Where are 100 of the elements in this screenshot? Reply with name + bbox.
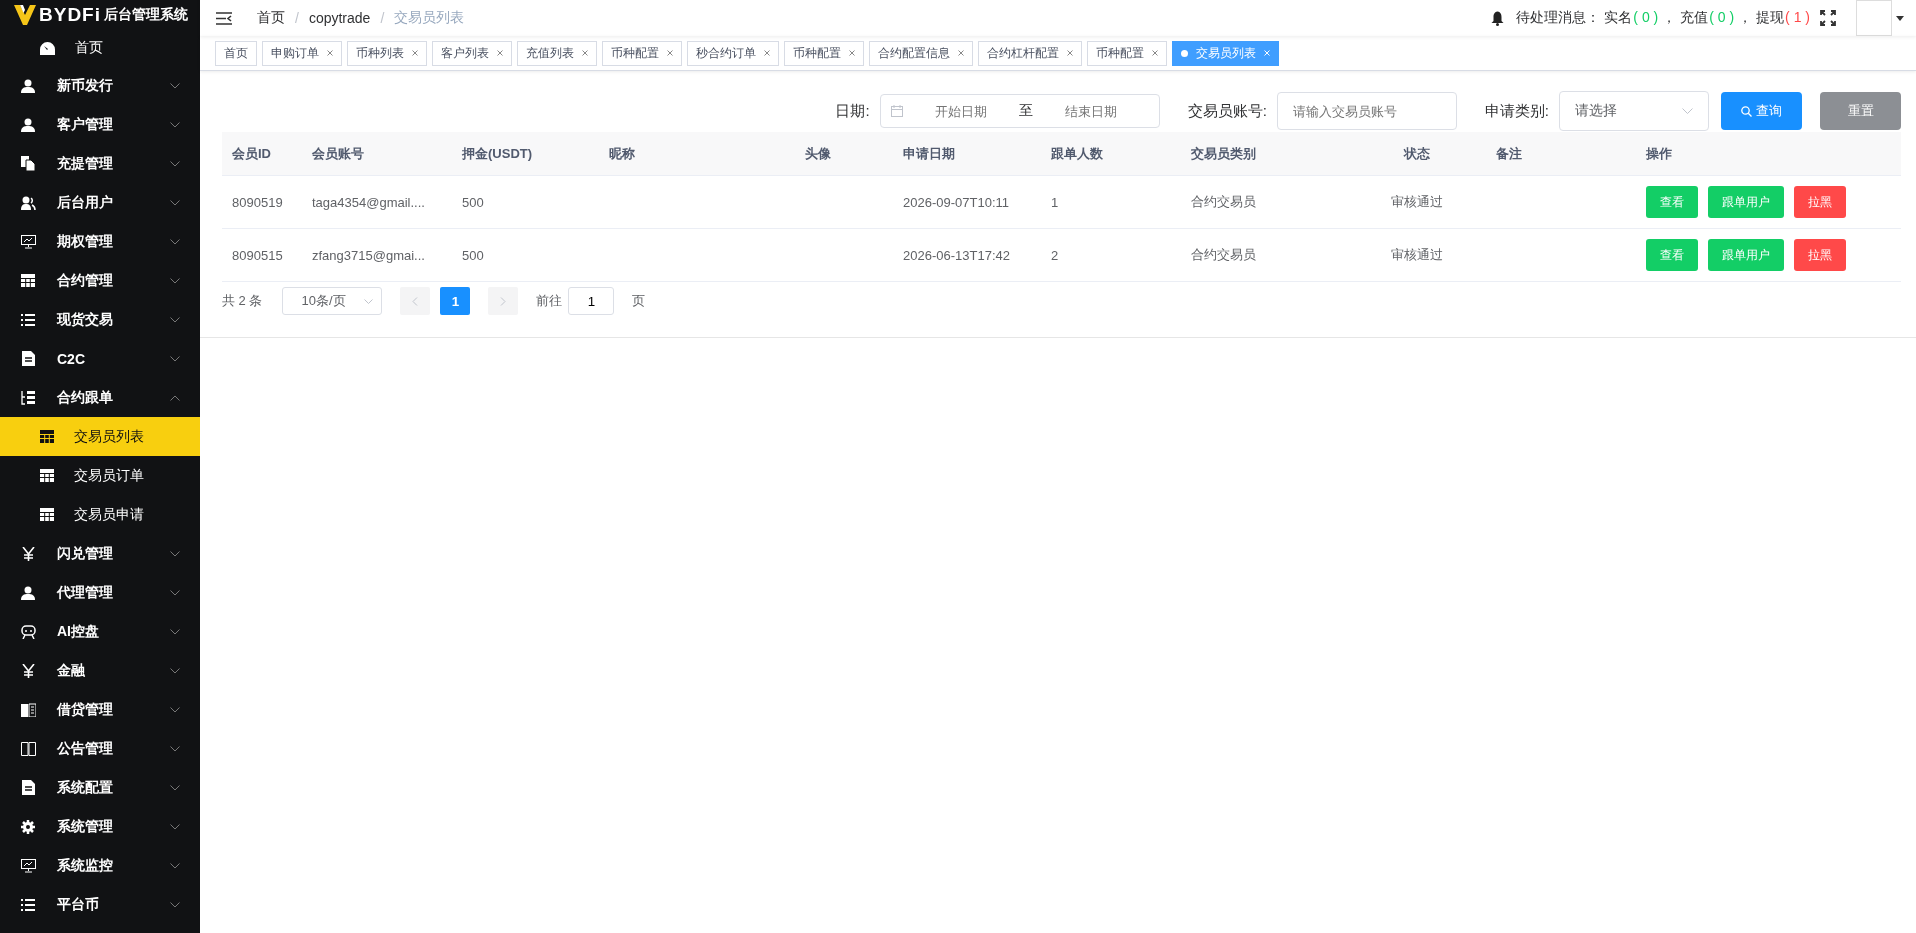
sidebar-item[interactable]: 客户管理: [0, 105, 200, 144]
file-icon: [21, 780, 35, 795]
sidebar-item[interactable]: 借贷管理: [0, 690, 200, 729]
chevron-icon: [170, 706, 180, 713]
column-header: 操作: [1645, 144, 1673, 163]
end-date-input[interactable]: 结束日期: [1038, 102, 1143, 120]
grid-icon: [21, 274, 35, 287]
date-range-field[interactable]: 开始日期 至 结束日期: [879, 94, 1160, 128]
filter-label: 交易员账号:: [1187, 101, 1267, 121]
table-cell-text: 审核通过: [1390, 246, 1444, 264]
bell-icon[interactable]: [1491, 10, 1505, 26]
dashboard-icon: [40, 41, 55, 55]
grid-icon: [40, 508, 54, 521]
chevron-icon: [170, 277, 180, 284]
notice-item[interactable]: 提现( 1 ): [1756, 9, 1810, 27]
monitor-icon: [20, 234, 36, 249]
sidebar-subitem[interactable]: 交易员申请: [0, 495, 200, 534]
tab[interactable]: 秒合约订单: [687, 40, 779, 66]
logo-icon: [14, 5, 36, 25]
tab[interactable]: 币种配置: [1087, 40, 1167, 66]
table-cell-text: 500: [461, 194, 485, 210]
sidebar-item[interactable]: 现货交易: [0, 300, 200, 339]
tab[interactable]: 币种配置: [602, 40, 682, 66]
fullscreen-icon[interactable]: [1820, 10, 1836, 26]
table-cell-text: 2026-09-07T10:11: [902, 194, 1010, 210]
sidebar-item[interactable]: 期权管理: [0, 222, 200, 261]
breadcrumb-item[interactable]: copytrade: [308, 10, 371, 26]
notice-item[interactable]: 充值( 0 ): [1680, 9, 1735, 27]
file-icon: [21, 351, 35, 366]
sidebar-item[interactable]: 闪兑管理: [0, 534, 200, 573]
chevron-icon: [170, 355, 180, 362]
search-icon: [1741, 105, 1752, 117]
tab[interactable]: 币种配置: [784, 40, 864, 66]
yen-icon: [21, 663, 35, 678]
chevron-icon: [364, 298, 374, 304]
sidebar-item[interactable]: 合约跟单: [0, 378, 200, 417]
category-select[interactable]: 请选择: [1559, 91, 1709, 131]
sidebar-subitem[interactable]: 交易员订单: [0, 456, 200, 495]
close-icon[interactable]: [412, 50, 418, 56]
tab[interactable]: 充值列表: [517, 40, 597, 66]
tab[interactable]: 合约杠杆配置: [978, 40, 1082, 66]
account-input[interactable]: 请输入交易员账号: [1276, 92, 1457, 130]
close-icon[interactable]: [958, 50, 964, 56]
chevron-icon: [1682, 108, 1693, 114]
sidebar-item[interactable]: 公告管理: [0, 729, 200, 768]
sidebar-subitem[interactable]: 交易员列表: [0, 417, 200, 456]
tab[interactable]: 申购订单: [262, 40, 342, 66]
chevron-icon: [170, 82, 180, 89]
close-icon[interactable]: [764, 50, 770, 56]
close-icon[interactable]: [1152, 50, 1158, 56]
caret-icon[interactable]: [1896, 15, 1904, 21]
close-icon[interactable]: [667, 50, 673, 56]
chevron-right-icon: [500, 296, 507, 306]
tab[interactable]: 客户列表: [432, 40, 512, 66]
tab[interactable]: 首页: [215, 40, 257, 66]
tab[interactable]: 币种列表: [347, 40, 427, 66]
tab[interactable]: 合约配置信息: [869, 40, 973, 66]
start-date-input[interactable]: 开始日期: [908, 102, 1013, 120]
sidebar-item[interactable]: AI控盘: [0, 612, 200, 651]
sidebar-item[interactable]: 后台用户: [0, 183, 200, 222]
notice-separator: ，: [1662, 9, 1677, 27]
close-icon[interactable]: [582, 50, 588, 56]
table-cell-text: 500: [461, 247, 485, 263]
sidebar-item[interactable]: 平台币: [0, 885, 200, 924]
grid-icon: [40, 430, 54, 443]
gear-icon: [21, 819, 35, 834]
page-size-select[interactable]: 10条/页: [282, 287, 383, 315]
table-cell-text: zfang3715@gmai...: [311, 247, 426, 263]
sidebar-item[interactable]: 充提管理: [0, 144, 200, 183]
notice-separator: ，: [1738, 9, 1753, 27]
monitor-icon: [20, 858, 36, 873]
breadcrumb-separator: /: [295, 10, 299, 26]
goto-page-input[interactable]: 1: [568, 287, 615, 315]
close-icon[interactable]: [497, 50, 503, 56]
column-header: 状态: [1402, 144, 1431, 163]
chevron-icon: [170, 199, 180, 206]
tree-list-icon: [21, 390, 35, 405]
notice-item[interactable]: 实名( 0 ): [1604, 9, 1659, 27]
sidebar-item[interactable]: 系统监控: [0, 846, 200, 885]
open-book-icon: [20, 741, 36, 756]
sidebar-item[interactable]: 系统管理: [0, 807, 200, 846]
chevron-icon: [170, 862, 180, 869]
user-icon: [21, 78, 35, 93]
column-header: 跟单人数: [1050, 144, 1104, 163]
menu-toggle-icon[interactable]: [216, 11, 232, 25]
breadcrumb-item[interactable]: 首页: [257, 9, 285, 27]
sidebar-item[interactable]: 系统配置: [0, 768, 200, 807]
close-icon[interactable]: [849, 50, 855, 56]
sidebar-item[interactable]: 代理管理: [0, 573, 200, 612]
sidebar-item[interactable]: 首页: [0, 30, 200, 66]
goto-suffix: 页: [632, 292, 646, 310]
sidebar-item[interactable]: 新币发行: [0, 66, 200, 105]
close-icon[interactable]: [1067, 50, 1073, 56]
chevron-icon: [170, 160, 180, 167]
sidebar-item[interactable]: 金融: [0, 651, 200, 690]
breadcrumb-item: 交易员列表: [394, 9, 465, 27]
close-icon[interactable]: [327, 50, 333, 56]
sidebar-item[interactable]: 合约管理: [0, 261, 200, 300]
sidebar-item[interactable]: C2C: [0, 339, 200, 378]
grid-icon: [40, 469, 54, 482]
